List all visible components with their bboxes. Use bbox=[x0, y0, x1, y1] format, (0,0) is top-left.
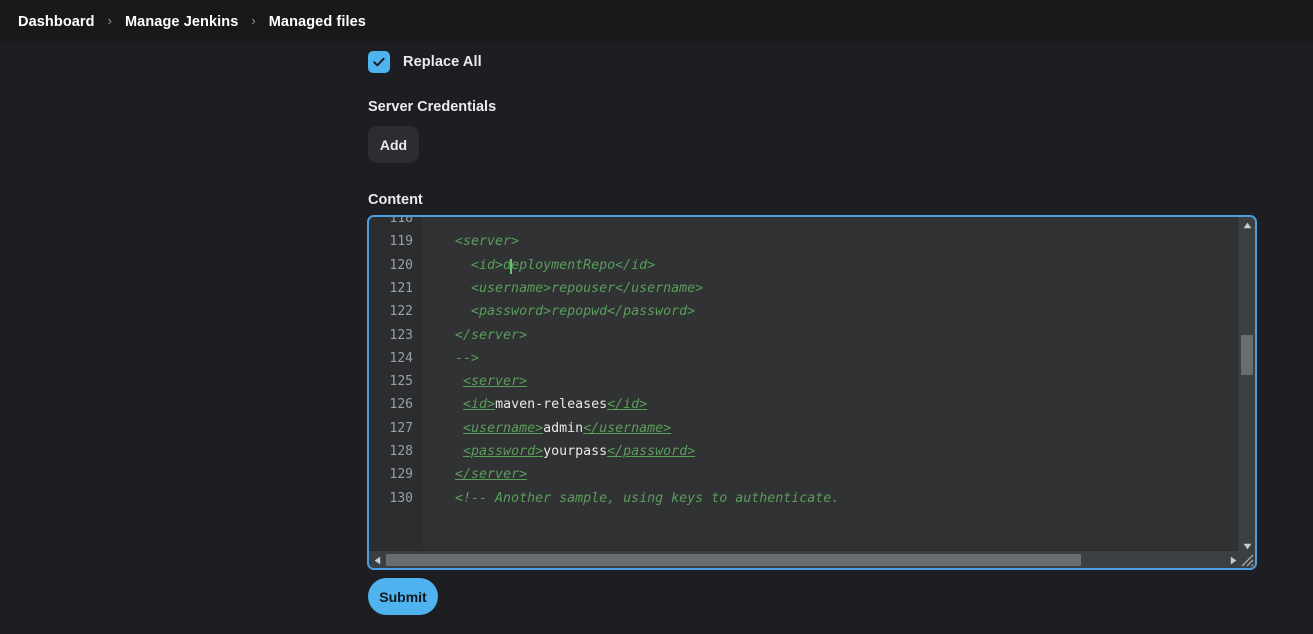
editor-line-number: 127 bbox=[389, 420, 413, 436]
replace-all-row: Replace All bbox=[368, 51, 482, 73]
content-code-editor[interactable]: 118 119 <server> 120 <id>deploymentRepo</i… bbox=[367, 215, 1257, 570]
breadcrumb-item-managed-files[interactable]: Managed files bbox=[269, 14, 366, 30]
editor-line: 118 bbox=[369, 217, 1241, 230]
editor-line-number: 119 bbox=[389, 234, 413, 250]
editor-line-text: --> bbox=[423, 350, 480, 366]
editor-line: 126 <id>maven-releases</id> bbox=[369, 393, 1241, 416]
editor-line-number: 120 bbox=[389, 257, 413, 273]
replace-all-checkbox[interactable] bbox=[368, 51, 390, 73]
editor-line: 130 <!-- Another sample, using keys to a… bbox=[369, 487, 1241, 510]
breadcrumb-separator-icon: › bbox=[251, 13, 256, 28]
editor-line-number: 125 bbox=[389, 374, 413, 390]
server-credentials-label: Server Credentials bbox=[368, 99, 497, 115]
editor-line-text: <id>maven-releases</id> bbox=[463, 397, 648, 413]
editor-line: 120 <id>deploymentRepo</id> bbox=[369, 254, 1241, 277]
content-label: Content bbox=[368, 192, 423, 208]
breadcrumb-separator-icon: › bbox=[107, 13, 112, 28]
editor-line: 119 <server> bbox=[369, 230, 1241, 253]
resize-grip-icon[interactable] bbox=[1237, 550, 1255, 568]
editor-line: 122 <password>repopwd</password> bbox=[369, 300, 1241, 323]
editor-line-text: </server> bbox=[455, 467, 528, 483]
editor-line: 128 <password>yourpass</password> bbox=[369, 440, 1241, 463]
triangle-left-icon[interactable] bbox=[369, 551, 385, 568]
replace-all-label: Replace All bbox=[403, 54, 482, 70]
editor-line-text: <server> bbox=[463, 374, 528, 390]
check-icon bbox=[373, 57, 385, 67]
editor-line-number: 128 bbox=[389, 444, 413, 459]
submit-button[interactable]: Submit bbox=[368, 578, 438, 615]
editor-line-number: 129 bbox=[389, 467, 413, 483]
editor-line: 124 --> bbox=[369, 347, 1241, 370]
editor-line-number: 124 bbox=[389, 350, 413, 366]
editor-line-text: <username>admin</username> bbox=[463, 420, 672, 436]
editor-line-text: <!-- Another sample, using keys to authe… bbox=[423, 490, 840, 506]
editor-vertical-scrollbar-thumb[interactable] bbox=[1241, 335, 1253, 375]
editor-horizontal-scrollbar[interactable] bbox=[369, 550, 1241, 568]
editor-line-number: 118 bbox=[389, 217, 413, 226]
editor-line-text: </server> bbox=[423, 327, 528, 343]
editor-viewport[interactable]: 118 119 <server> 120 <id>deploymentRepo</i… bbox=[369, 217, 1241, 554]
editor-vertical-scrollbar[interactable] bbox=[1237, 217, 1255, 554]
editor-line-number: 123 bbox=[389, 327, 413, 343]
editor-line-number: 130 bbox=[389, 490, 413, 506]
editor-line-text: <server> bbox=[423, 234, 520, 250]
breadcrumb-item-dashboard[interactable]: Dashboard bbox=[18, 14, 95, 30]
editor-line: 125 <server> bbox=[369, 370, 1241, 393]
triangle-up-icon[interactable] bbox=[1238, 217, 1255, 233]
add-credential-button[interactable]: Add bbox=[368, 126, 419, 163]
breadcrumb-item-manage-jenkins[interactable]: Manage Jenkins bbox=[125, 14, 238, 30]
breadcrumb: Dashboard › Manage Jenkins › Managed fil… bbox=[0, 0, 1313, 43]
editor-horizontal-scrollbar-thumb[interactable] bbox=[386, 554, 1081, 566]
editor-line: 121 <username>repouser</username> bbox=[369, 277, 1241, 300]
editor-line-text: <username>repouser</username> bbox=[423, 280, 704, 296]
editor-line: 123 </server> bbox=[369, 324, 1241, 347]
editor-line: 127 <username>admin</username> bbox=[369, 417, 1241, 440]
editor-line-number: 122 bbox=[389, 304, 413, 320]
editor-line-text: <id>deploymentRepo</id> bbox=[423, 257, 656, 273]
editor-line-number: 126 bbox=[389, 397, 413, 413]
text-caret bbox=[510, 259, 512, 274]
editor-line-text: <password>repopwd</password> bbox=[423, 304, 696, 320]
editor-line-number: 121 bbox=[389, 280, 413, 296]
editor-line-text: <password>yourpass</password> bbox=[463, 444, 696, 459]
page-body: Replace All Server Credentials Add Conte… bbox=[0, 43, 1313, 634]
editor-line: 129 </server> bbox=[369, 463, 1241, 486]
